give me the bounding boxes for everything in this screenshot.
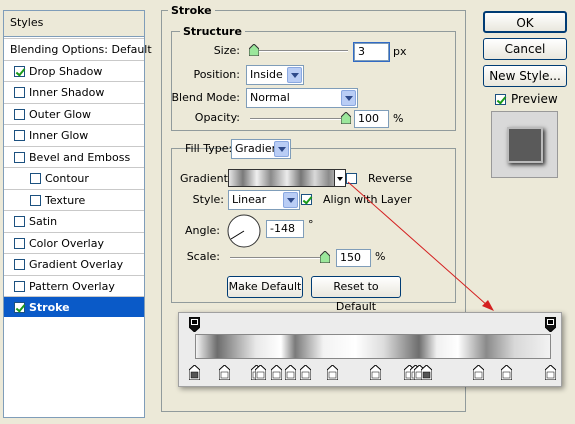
opacity-stop-right[interactable] (545, 317, 556, 332)
color-stop[interactable] (421, 365, 432, 380)
color-stop[interactable] (545, 365, 556, 380)
color-stop[interactable] (271, 365, 282, 380)
color-stop[interactable] (189, 365, 200, 380)
color-stop[interactable] (370, 365, 381, 380)
color-stop[interactable] (501, 365, 512, 380)
gradient-editor-zoom (178, 312, 562, 387)
gradient-ramp[interactable] (195, 334, 551, 359)
color-stop[interactable] (255, 365, 266, 380)
color-stop[interactable] (473, 365, 484, 380)
color-stop[interactable] (300, 365, 311, 380)
opacity-stop-left[interactable] (189, 317, 200, 332)
color-stop[interactable] (285, 365, 296, 380)
color-stop[interactable] (327, 365, 338, 380)
color-stop[interactable] (219, 365, 230, 380)
